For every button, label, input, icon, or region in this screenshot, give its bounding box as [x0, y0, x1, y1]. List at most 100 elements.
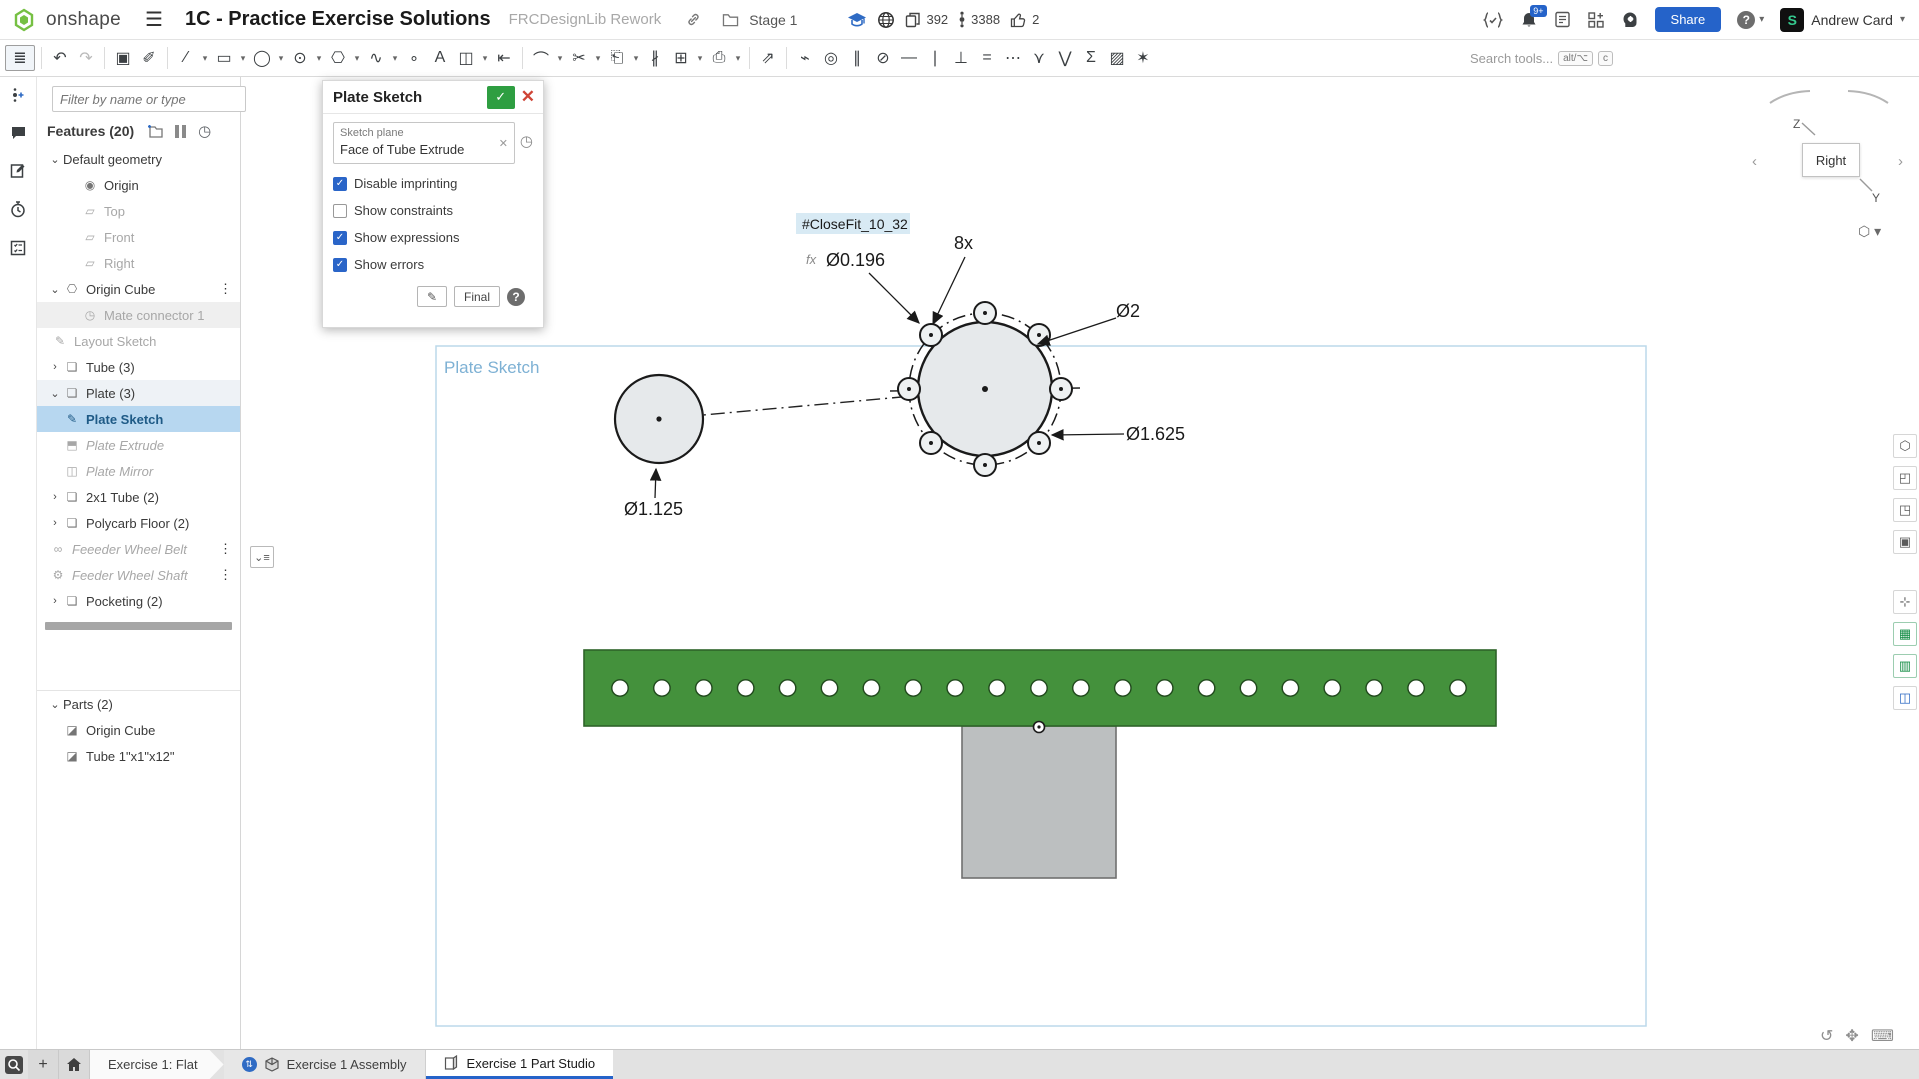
release-notes-icon[interactable] — [1554, 11, 1571, 28]
tab-exercise-1-assembly[interactable]: ⇅ Exercise 1 Assembly — [224, 1050, 426, 1079]
version-history-icon[interactable] — [10, 201, 26, 218]
style-icon[interactable]: ✐ — [137, 45, 161, 71]
notifications-bell-icon[interactable]: 9+ — [1520, 11, 1538, 29]
view-cube-menu-icon[interactable]: ⬡ ▾ — [1858, 223, 1881, 240]
mirror-tool-icon[interactable]: ◫ — [454, 45, 478, 71]
appearance-panel-icon[interactable]: ▥ — [1893, 654, 1917, 678]
normal-constraint-icon[interactable]: ⋎ — [1027, 45, 1051, 71]
search-tools-field[interactable]: Search tools... alt/⌥ c — [1470, 45, 1630, 71]
hole-count-label[interactable]: 8x — [954, 233, 973, 253]
item-menu-icon[interactable]: ⋮ — [217, 281, 234, 297]
chevron-down-icon[interactable]: ⌄ — [47, 283, 63, 296]
offset-tool-icon[interactable]: ⇤ — [492, 45, 516, 71]
chevron-down-icon[interactable]: ⌄ — [47, 387, 63, 400]
chevron-down-icon[interactable]: ▾ — [732, 45, 744, 71]
view-cube-face-right[interactable]: Right — [1802, 143, 1860, 177]
item-menu-icon[interactable]: ⋮ — [217, 541, 234, 557]
text-tool-icon[interactable]: A — [428, 45, 452, 71]
equal-constraint-icon[interactable]: = — [975, 45, 999, 71]
panel-expand-handle[interactable]: ⌄≡ — [250, 546, 274, 568]
tree-folder-pocketing[interactable]: › ❏ Pocketing (2) — [37, 588, 240, 614]
pattern-constraint-icon[interactable]: Σ — [1079, 45, 1103, 71]
point-tool-icon[interactable]: ∘ — [402, 45, 426, 71]
chevron-down-icon[interactable]: ▾ — [389, 45, 401, 71]
ai-assistant-icon[interactable] — [1621, 11, 1639, 29]
tree-section-default-geometry[interactable]: ⌄ Default geometry — [37, 146, 240, 172]
sketch-plane-field[interactable]: Sketch plane Face of Tube Extrude ✕ — [333, 122, 515, 164]
coincident-constraint-icon[interactable]: ⌁ — [793, 45, 817, 71]
tube-profile[interactable] — [962, 726, 1116, 878]
home-tab-button[interactable] — [59, 1050, 90, 1079]
chevron-right-icon[interactable]: › — [47, 361, 63, 373]
chevron-down-icon[interactable]: ▾ — [554, 45, 566, 71]
linear-pattern-tool-icon[interactable]: ⊞ — [669, 45, 693, 71]
user-menu[interactable]: S Andrew Card ▾ — [1780, 8, 1905, 32]
tree-item-plate-extrude[interactable]: ⬒ Plate Extrude — [37, 432, 240, 458]
new-folder-icon[interactable] — [146, 124, 163, 138]
spline-tool-icon[interactable]: ∿ — [364, 45, 388, 71]
parallel-constraint-icon[interactable]: ∥ — [845, 45, 869, 71]
bolt-circle-dimension[interactable]: Ø1.625 — [1126, 424, 1185, 444]
checkbox-show-expressions[interactable]: ✓ Show expressions — [333, 230, 533, 245]
onshape-logo-icon[interactable] — [12, 8, 36, 32]
tree-item-origin[interactable]: ◉ Origin — [37, 172, 240, 198]
left-circle-dimension[interactable]: Ø1.125 — [624, 499, 683, 519]
chevron-down-icon[interactable]: ▾ — [592, 45, 604, 71]
horizontal-constraint-icon[interactable]: — — [897, 45, 921, 71]
line-tool-icon[interactable]: ∕ — [174, 45, 198, 71]
checkbox-checked-icon[interactable]: ✓ — [333, 231, 347, 245]
rollback-clock-icon[interactable]: ◷ — [198, 122, 211, 140]
circle-tool-icon[interactable]: ◯ — [250, 45, 274, 71]
public-globe-icon[interactable] — [877, 11, 895, 29]
rollback-bar[interactable] — [45, 622, 232, 630]
custom-tables-icon[interactable] — [10, 240, 26, 256]
chevron-right-icon[interactable]: › — [47, 517, 63, 529]
pan-icon[interactable]: ✥ — [1845, 1026, 1858, 1046]
chevron-down-icon[interactable]: ▾ — [199, 45, 211, 71]
dialog-help-icon[interactable]: ? — [507, 288, 525, 306]
part-item-tube[interactable]: ◪ Tube 1"x1"x12" — [37, 743, 240, 769]
checkbox-unchecked-icon[interactable] — [333, 204, 347, 218]
redo-icon[interactable]: ↷ — [74, 45, 98, 71]
tree-item-plate-sketch[interactable]: ✎ Plate Sketch — [37, 406, 240, 432]
filter-input[interactable] — [52, 86, 246, 112]
chevron-right-icon[interactable]: › — [47, 491, 63, 503]
hidden-edges-icon[interactable]: ◰ — [1893, 466, 1917, 490]
perpendicular-constraint-icon[interactable]: ⊥ — [949, 45, 973, 71]
new-tab-button[interactable]: + — [28, 1050, 59, 1079]
tree-item-origin-cube[interactable]: ⌄ ⎔ Origin Cube ⋮ — [37, 276, 240, 302]
sketch-mode-button[interactable]: ✎ — [417, 286, 447, 307]
chevron-down-icon[interactable]: ▾ — [630, 45, 642, 71]
close-icon[interactable]: ✕ — [521, 87, 535, 107]
crosshatch-icon[interactable]: ▨ — [1105, 45, 1129, 71]
checkbox-checked-icon[interactable]: ✓ — [333, 177, 347, 191]
help-menu[interactable]: ? ▾ — [1737, 11, 1764, 29]
use-project-tool-icon[interactable]: ⎗ — [605, 45, 629, 71]
split-view-icon[interactable]: ◫ — [1893, 686, 1917, 710]
tree-item-mate-connector-1[interactable]: ◷ Mate connector 1 — [37, 302, 240, 328]
avatar[interactable]: S — [1780, 8, 1804, 32]
versions-stat[interactable]: 3388 — [958, 11, 1000, 28]
construction-tool-icon[interactable]: ∦ — [643, 45, 667, 71]
tree-item-front-plane[interactable]: ▱ Front — [37, 224, 240, 250]
chevron-down-icon[interactable]: ⌄ — [47, 698, 63, 711]
checkbox-disable-imprinting[interactable]: ✓ Disable imprinting — [333, 176, 533, 191]
section-view-icon[interactable]: ⊹ — [1893, 590, 1917, 614]
find-tab-icon[interactable] — [0, 1050, 28, 1079]
part-item-origin-cube[interactable]: ◪ Origin Cube — [37, 717, 240, 743]
chevron-down-icon[interactable]: ⌄ — [47, 153, 63, 166]
workspace-label[interactable]: Stage 1 — [749, 12, 797, 28]
tree-item-top-plane[interactable]: ▱ Top — [37, 198, 240, 224]
document-title[interactable]: 1C - Practice Exercise Solutions — [185, 8, 491, 31]
checkbox-checked-icon[interactable]: ✓ — [333, 258, 347, 272]
fix-constraint-icon[interactable]: ✶ — [1131, 45, 1155, 71]
tab-exercise-1-flat[interactable]: Exercise 1: Flat — [90, 1050, 224, 1079]
concentric-constraint-icon[interactable]: ◎ — [819, 45, 843, 71]
sketch-list-icon[interactable]: ≣ — [5, 45, 35, 71]
main-menu-icon[interactable]: ☰ — [145, 7, 163, 32]
confirm-button[interactable]: ✓ — [487, 86, 515, 109]
tree-item-right-plane[interactable]: ▱ Right — [37, 250, 240, 276]
center-point-circle-tool-icon[interactable]: ⊙ — [288, 45, 312, 71]
copies-stat[interactable]: 392 — [905, 12, 948, 28]
copy-view-icon[interactable]: ▣ — [1893, 530, 1917, 554]
